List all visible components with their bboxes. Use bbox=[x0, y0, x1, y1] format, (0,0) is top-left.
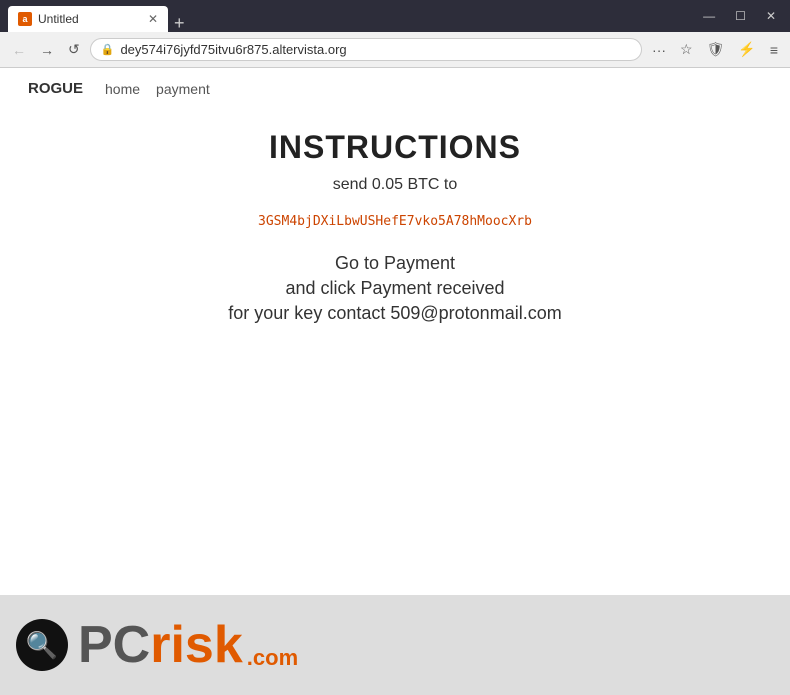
main-content: INSTRUCTIONS send 0.05 BTC to 3GSM4bjDXi… bbox=[0, 109, 790, 344]
extensions-button[interactable]: ⚡ bbox=[734, 39, 759, 60]
address-bar[interactable]: 🔒 dey574i76jyfd75itvu6r875.altervista.or… bbox=[90, 38, 642, 61]
window-controls: — ☐ ✕ bbox=[697, 7, 782, 25]
tab-favicon: a bbox=[18, 12, 32, 26]
url-text: dey574i76jyfd75itvu6r875.altervista.org bbox=[120, 42, 631, 57]
nav-home-link[interactable]: home bbox=[105, 81, 140, 97]
nav-actions: ··· ☆ 🛡 ⚡ ≡ bbox=[648, 39, 782, 60]
close-window-button[interactable]: ✕ bbox=[760, 7, 782, 25]
pcrisk-logo: PCrisk .com bbox=[78, 619, 298, 671]
site-nav: ROGUE home payment bbox=[0, 68, 790, 109]
more-button[interactable]: ··· bbox=[648, 40, 670, 60]
tab-close-button[interactable]: ✕ bbox=[148, 13, 158, 25]
and-click-text: and click Payment received bbox=[40, 278, 750, 299]
instructions-title: INSTRUCTIONS bbox=[40, 129, 750, 166]
browser-tab[interactable]: a Untitled ✕ bbox=[8, 6, 168, 32]
shield-button[interactable]: 🛡 bbox=[703, 39, 729, 60]
title-bar: a Untitled ✕ + — ☐ ✕ bbox=[0, 0, 790, 32]
pcrisk-logo-icon bbox=[16, 619, 68, 671]
btc-address: 3GSM4bjDXiLbwUSHefE7vko5A78hMoocXrb bbox=[40, 214, 750, 229]
bookmark-button[interactable]: ☆ bbox=[676, 39, 697, 60]
logo-dotcom-text: .com bbox=[247, 645, 298, 671]
browser-content: ROGUE home payment INSTRUCTIONS send 0.0… bbox=[0, 68, 790, 595]
logo-pc-text: PCrisk bbox=[78, 619, 243, 671]
back-button[interactable]: ← bbox=[8, 40, 30, 60]
nav-bar: ← → ↺ 🔒 dey574i76jyfd75itvu6r875.altervi… bbox=[0, 32, 790, 68]
goto-payment-text: Go to Payment bbox=[40, 253, 750, 274]
send-text: send 0.05 BTC to bbox=[40, 176, 750, 194]
lock-icon: 🔒 bbox=[101, 43, 115, 56]
menu-button[interactable]: ≡ bbox=[766, 40, 782, 60]
watermark-bar: PCrisk .com bbox=[0, 595, 790, 695]
refresh-button[interactable]: ↺ bbox=[64, 39, 84, 60]
tab-title: Untitled bbox=[38, 12, 142, 26]
tab-area: a Untitled ✕ + bbox=[8, 0, 693, 32]
new-tab-button[interactable]: + bbox=[168, 14, 191, 32]
site-brand: ROGUE bbox=[28, 80, 83, 97]
forward-button[interactable]: → bbox=[36, 40, 58, 60]
nav-payment-link[interactable]: payment bbox=[156, 81, 210, 97]
minimize-button[interactable]: — bbox=[697, 7, 721, 25]
restore-button[interactable]: ☐ bbox=[729, 7, 752, 25]
contact-text: for your key contact 509@protonmail.com bbox=[40, 303, 750, 324]
